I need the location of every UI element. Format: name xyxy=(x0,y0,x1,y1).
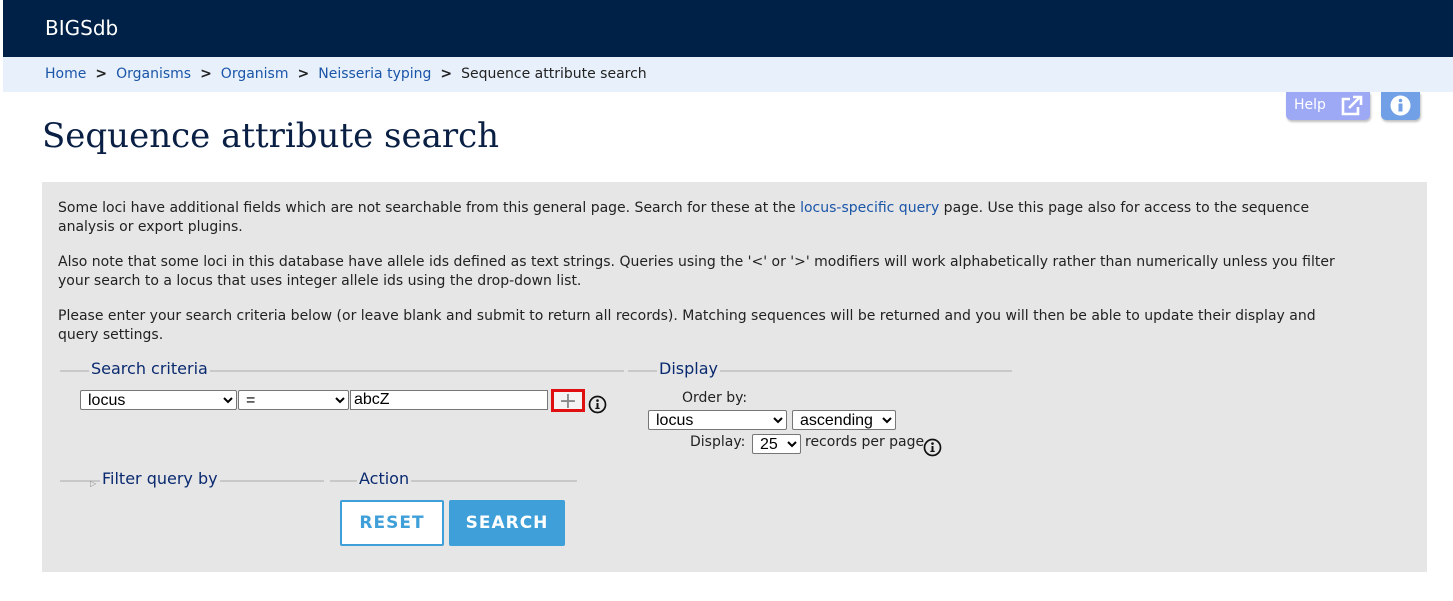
header-bar: BIGSdb xyxy=(3,0,1453,57)
order-by-label: Order by: xyxy=(682,390,748,406)
operator-select[interactable]: = xyxy=(238,390,349,410)
breadcrumb-organisms[interactable]: Organisms xyxy=(116,66,191,82)
display-records-label: Display: xyxy=(690,434,746,450)
help-button[interactable]: Help xyxy=(1286,92,1370,120)
records-per-page-select[interactable]: 25 xyxy=(752,434,801,454)
search-field-select[interactable]: locus xyxy=(80,390,237,410)
breadcrumb-bar: Home > Organisms > Organism > Neisseria typing… xyxy=(3,57,1453,92)
info-circle-icon[interactable] xyxy=(588,395,607,414)
add-criteria-button[interactable]: + xyxy=(551,389,585,414)
page-title: Sequence attribute search xyxy=(42,116,500,156)
filter-query-legend[interactable]: Filter query by xyxy=(100,469,220,488)
search-panel: Some loci have additional fields which a… xyxy=(42,182,1427,572)
breadcrumb-current: Sequence attribute search xyxy=(461,66,647,82)
display-legend: Display xyxy=(657,359,720,378)
reset-button[interactable]: RESET xyxy=(340,500,444,546)
records-per-page-label: records per page xyxy=(805,434,925,450)
site-title[interactable]: BIGSdb xyxy=(45,16,118,40)
intro-paragraph-3: Please enter your search criteria below … xyxy=(58,308,1316,343)
breadcrumb-separator: > xyxy=(95,66,108,82)
breadcrumb: Home > Organisms > Organism > Neisseria typing… xyxy=(45,66,647,82)
breadcrumb-organism[interactable]: Organism xyxy=(221,66,289,82)
intro-paragraph-1: Some loci have additional fields which a… xyxy=(58,199,1348,237)
search-criteria-legend: Search criteria xyxy=(89,359,210,378)
info-button[interactable] xyxy=(1381,92,1420,120)
external-link-icon xyxy=(1341,95,1363,116)
breadcrumb-separator: > xyxy=(297,66,310,82)
help-button-label: Help xyxy=(1294,97,1326,113)
search-term-input[interactable] xyxy=(350,390,548,410)
breadcrumb-neisseria-typing[interactable]: Neisseria typing xyxy=(318,66,431,82)
locus-specific-query-link[interactable]: locus-specific query xyxy=(800,200,939,216)
search-button[interactable]: SEARCH xyxy=(449,500,565,546)
intro-paragraph-2: Also note that some loci in this databas… xyxy=(58,254,1335,289)
plus-icon: + xyxy=(558,389,578,414)
order-by-select[interactable]: locus xyxy=(648,410,787,430)
breadcrumb-separator: > xyxy=(200,66,212,82)
breadcrumb-home[interactable]: Home xyxy=(45,66,86,82)
intro-text: Some loci have additional fields which a… xyxy=(58,200,801,216)
order-direction-select[interactable]: ascending xyxy=(792,410,896,430)
expand-triangle-icon[interactable]: ▷ xyxy=(90,479,96,488)
breadcrumb-separator: > xyxy=(440,66,453,82)
info-circle-icon xyxy=(1390,95,1411,116)
action-legend: Action xyxy=(357,469,412,488)
info-circle-icon[interactable] xyxy=(923,438,942,457)
